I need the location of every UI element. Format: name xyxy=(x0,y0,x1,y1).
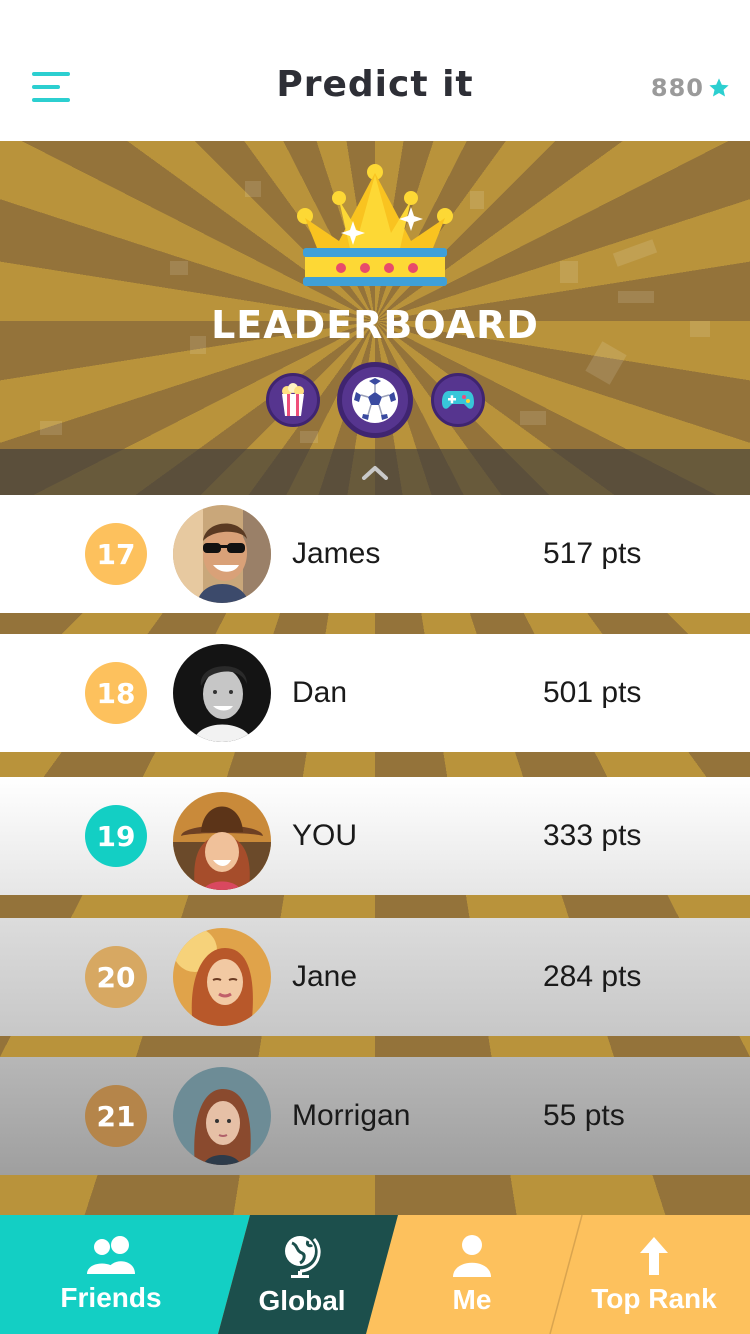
player-points: 501 pts xyxy=(543,676,642,709)
category-popcorn-button[interactable] xyxy=(266,373,320,427)
avatar xyxy=(173,928,271,1026)
rank-badge: 21 xyxy=(85,1085,147,1147)
popcorn-icon xyxy=(282,383,304,416)
rank-badge: 18 xyxy=(85,662,147,724)
category-soccer-button[interactable] xyxy=(337,362,413,438)
crown-icon xyxy=(297,164,453,286)
avatar xyxy=(173,792,271,890)
leaderboard-row-you[interactable]: 19 YOU 333 pts xyxy=(0,777,750,895)
score-value: 880 xyxy=(650,74,704,102)
rank-badge: 20 xyxy=(85,946,147,1008)
tab-label: Friends xyxy=(60,1281,162,1313)
avatar xyxy=(173,505,271,603)
player-points: 333 pts xyxy=(543,819,642,852)
chevron-up-icon xyxy=(362,466,388,480)
score-display: 880 xyxy=(651,74,730,102)
bottom-tab-bar: Friends Global Me Top Rank xyxy=(0,1215,750,1334)
leaderboard-title: LEADERBOARD xyxy=(211,303,539,347)
category-gamepad-button[interactable] xyxy=(431,373,485,427)
header: Predict it 880 xyxy=(0,0,750,141)
tab-label: Me xyxy=(452,1283,492,1315)
tab-friends[interactable]: Friends xyxy=(20,1215,202,1334)
leaderboard-row[interactable]: 21 Morrigan 55 pts xyxy=(0,1057,750,1175)
player-points: 517 pts xyxy=(543,537,642,570)
player-name: Dan xyxy=(292,676,348,709)
leaderboard-row[interactable]: 18 Dan 501 pts xyxy=(0,634,750,752)
tab-top-rank[interactable]: Top Rank xyxy=(570,1215,738,1334)
arrow-up-icon xyxy=(640,1236,668,1275)
avatar xyxy=(173,644,271,742)
player-points: 284 pts xyxy=(543,960,642,993)
player-name: Jane xyxy=(292,960,358,993)
tab-label: Global xyxy=(258,1284,346,1316)
player-points: 55 pts xyxy=(543,1099,625,1132)
app-title: Predict it xyxy=(276,64,474,105)
rank-badge: 19 xyxy=(85,805,147,867)
friends-icon xyxy=(87,1235,135,1274)
tab-me[interactable]: Me xyxy=(392,1215,552,1334)
star-icon xyxy=(709,78,729,97)
tab-label: Top Rank xyxy=(591,1282,717,1314)
tab-global[interactable]: Global xyxy=(222,1215,382,1334)
globe-icon xyxy=(285,1235,321,1278)
gamepad-icon xyxy=(442,391,474,409)
avatar xyxy=(173,1067,271,1165)
soccer-ball-icon xyxy=(352,377,398,423)
player-name: James xyxy=(292,537,381,570)
leaderboard-row[interactable]: 17 James 517 pts xyxy=(0,495,750,613)
leaderboard-row[interactable]: 20 Jane 284 pts xyxy=(0,918,750,1036)
rank-badge: 17 xyxy=(85,523,147,585)
player-name: YOU xyxy=(292,819,358,852)
player-name: Morrigan xyxy=(292,1099,411,1132)
user-icon xyxy=(453,1234,491,1277)
collapse-button[interactable] xyxy=(0,449,750,495)
